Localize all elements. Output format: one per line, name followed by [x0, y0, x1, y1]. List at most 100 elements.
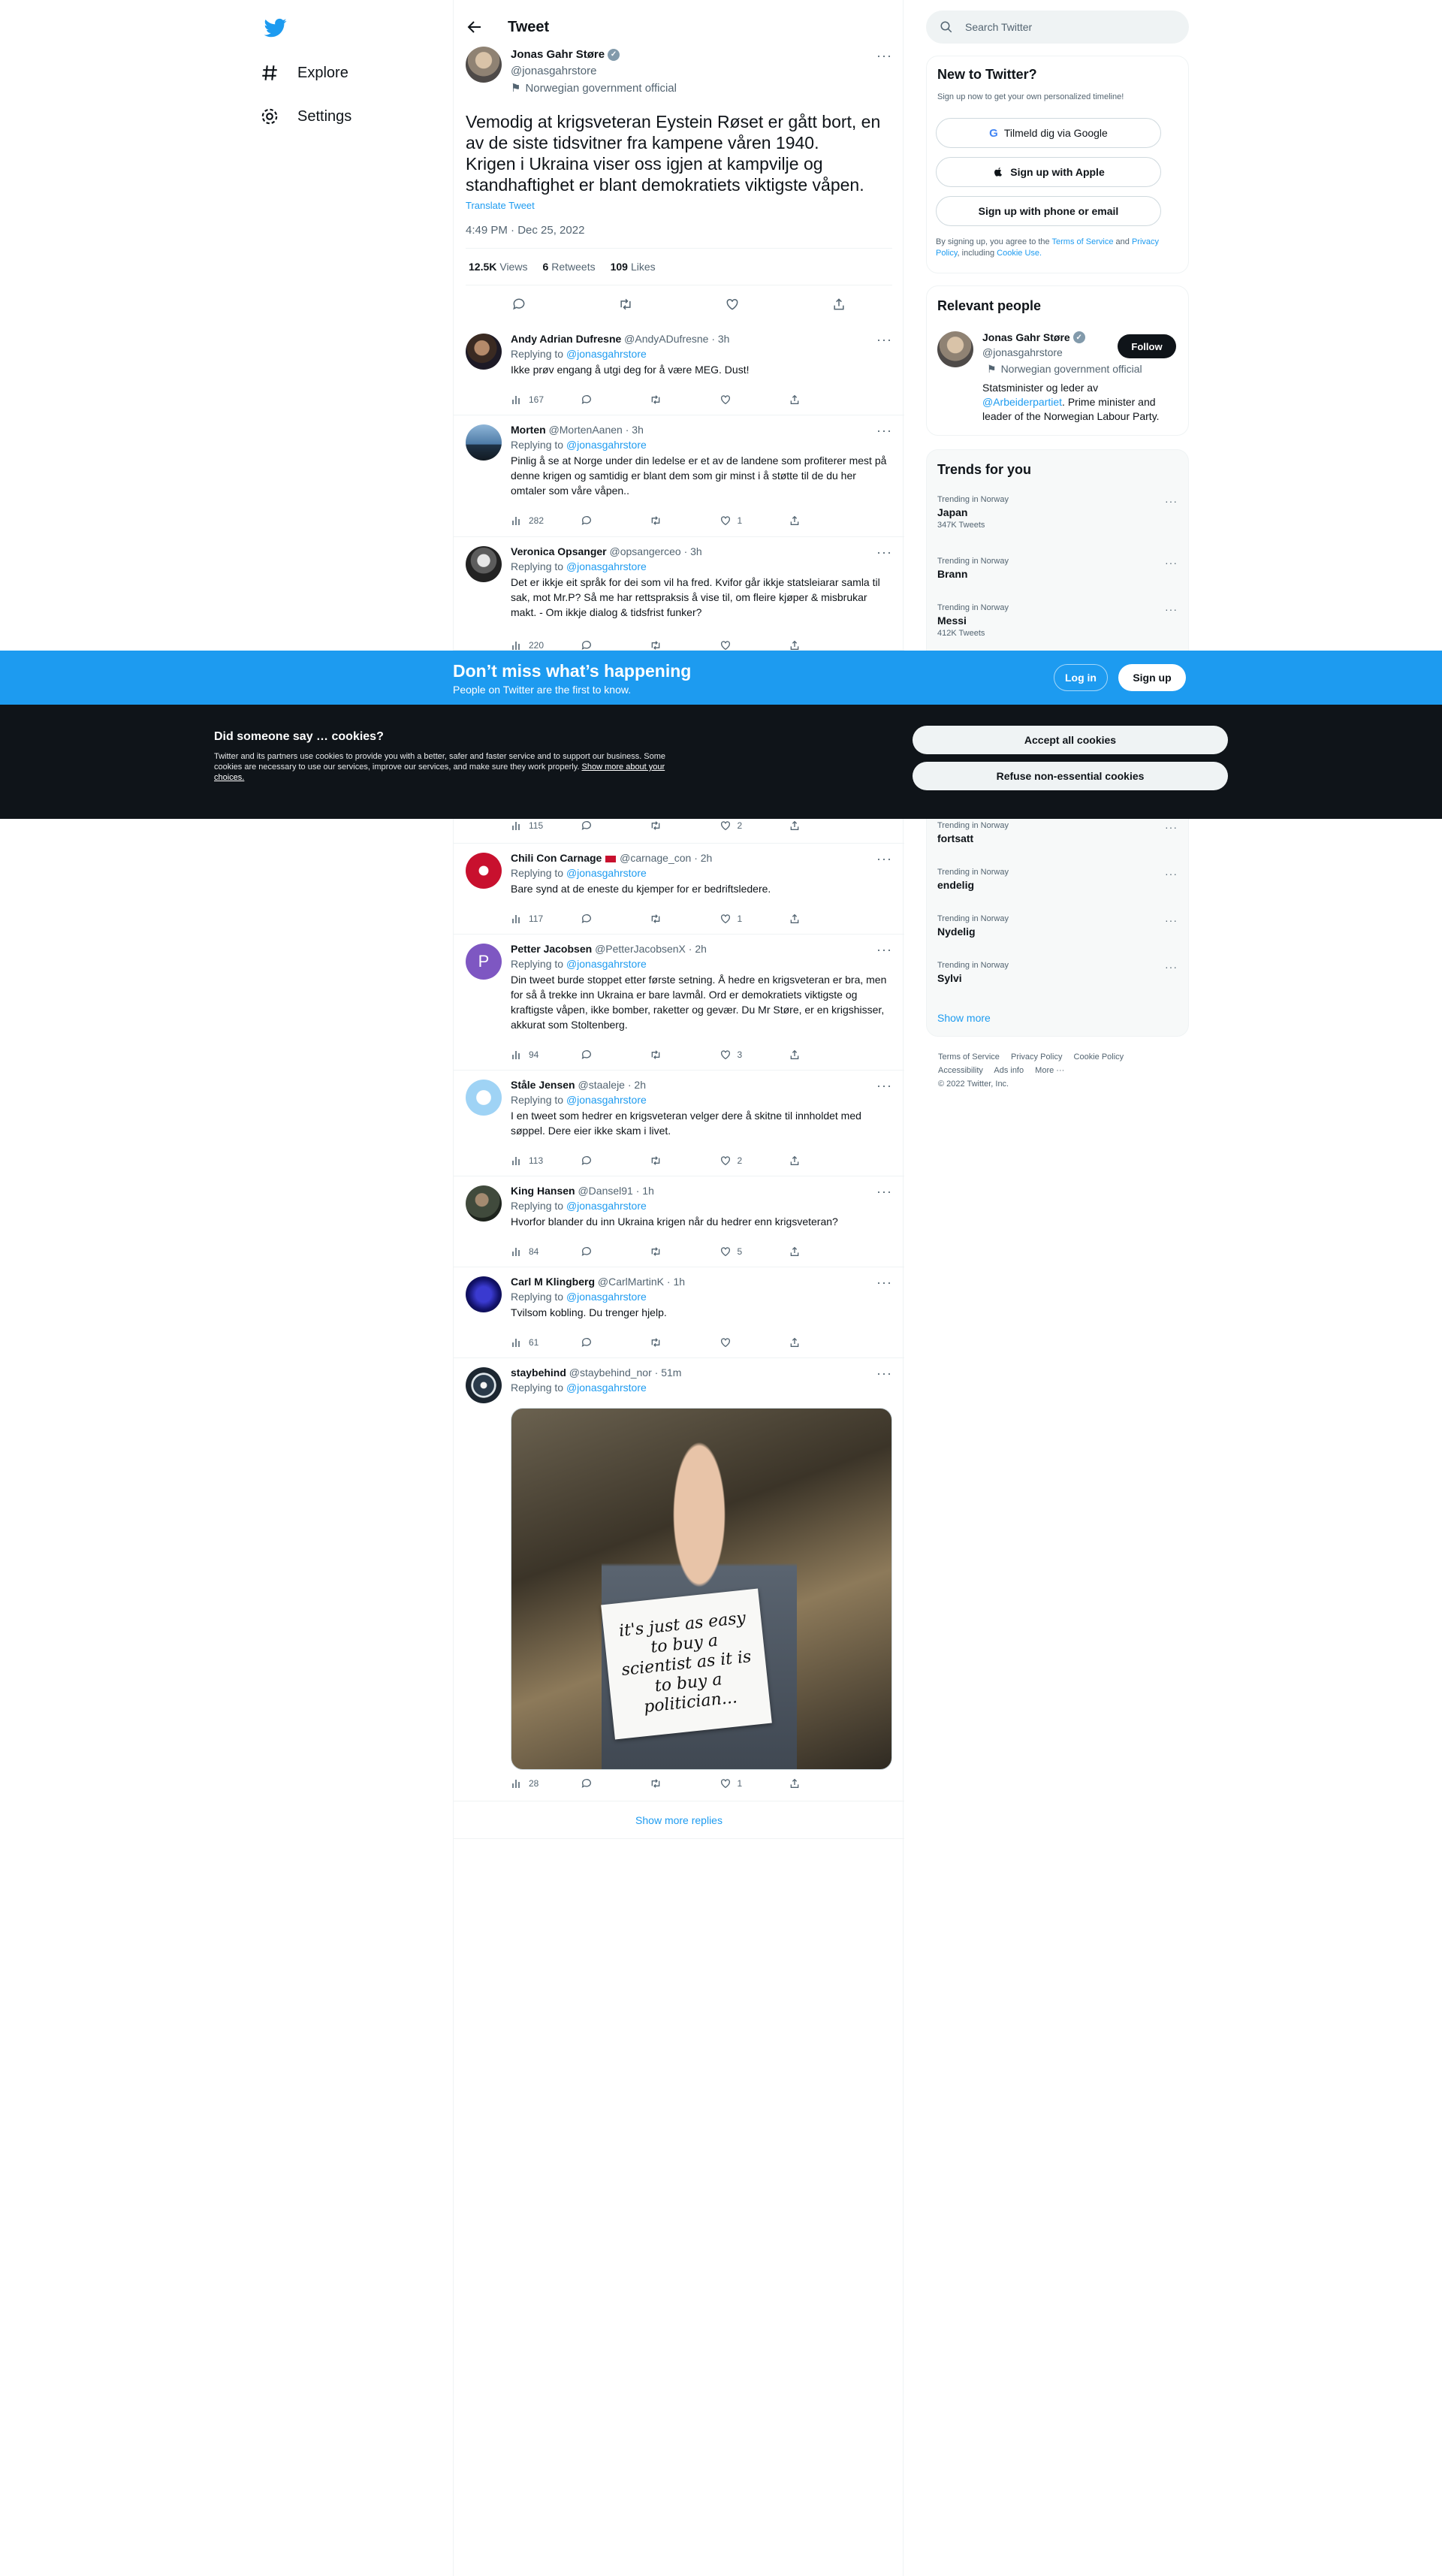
follow-button[interactable]: Follow	[1118, 334, 1176, 358]
more-options-icon[interactable]: ···	[1165, 821, 1178, 833]
like-action[interactable]: 3	[719, 1049, 757, 1061]
more-options-icon[interactable]: ···	[876, 545, 892, 560]
apple-signup-button[interactable]: Sign up with Apple	[936, 157, 1161, 187]
like-action[interactable]: 2	[719, 1155, 757, 1167]
author-name[interactable]: Veronica Opsanger	[511, 545, 607, 557]
reply-action[interactable]	[581, 1049, 618, 1061]
terms-of-service-link[interactable]: Terms of Service	[1052, 237, 1114, 246]
retweet-action[interactable]	[650, 394, 687, 406]
reply-action[interactable]	[581, 1155, 618, 1167]
likes-stat[interactable]: 109 Likes	[611, 261, 656, 273]
views-action[interactable]: 94	[511, 1049, 548, 1061]
avatar[interactable]	[466, 334, 502, 370]
reply-tweet[interactable]: P Petter Jacobsen @PetterJacobsenX · 2h …	[454, 935, 904, 1071]
retweet-action[interactable]	[650, 1155, 687, 1167]
trends-show-more-link[interactable]: Show more	[937, 1012, 991, 1024]
share-action[interactable]	[789, 394, 826, 406]
footer-link[interactable]: Cookie Policy	[1074, 1052, 1124, 1062]
search-input[interactable]: Search Twitter	[926, 11, 1189, 44]
avatar[interactable]	[466, 1185, 502, 1222]
trend-item[interactable]: Trending in Norway endelig ···	[937, 868, 1178, 891]
more-options-icon[interactable]: ···	[876, 1275, 892, 1291]
replying-to-link[interactable]: @jonasgahrstore	[566, 1291, 647, 1303]
footer-link[interactable]: Privacy Policy	[1011, 1052, 1062, 1062]
like-action[interactable]: 5	[719, 1246, 757, 1258]
views-action[interactable]: 282	[511, 515, 548, 527]
like-action[interactable]: 2	[719, 820, 757, 832]
author-handle[interactable]: @jonasgahrstore	[511, 65, 596, 77]
share-action[interactable]	[789, 1155, 826, 1167]
more-options-icon[interactable]: ···	[1165, 868, 1178, 880]
author-handle[interactable]: @AndyADufresne	[624, 333, 708, 345]
author-name[interactable]: staybehind	[511, 1367, 566, 1379]
avatar[interactable]	[466, 1080, 502, 1116]
more-options-icon[interactable]: ···	[876, 1184, 892, 1200]
replying-to-link[interactable]: @jonasgahrstore	[566, 958, 647, 970]
like-action[interactable]	[719, 394, 757, 406]
author-handle[interactable]: @staybehind_nor	[569, 1367, 652, 1379]
signup-button[interactable]: Sign up	[1118, 664, 1186, 691]
trend-item[interactable]: Trending in Norway Japan 347K Tweets ···	[937, 495, 1178, 530]
author-handle[interactable]: @MortenAanen	[549, 424, 623, 436]
replying-to-link[interactable]: @jonasgahrstore	[566, 560, 647, 572]
author-name[interactable]: Petter Jacobsen	[511, 943, 592, 955]
footer-link[interactable]: Terms of Service	[938, 1052, 1000, 1062]
translate-tweet-link[interactable]: Translate Tweet	[466, 200, 535, 211]
more-options-icon[interactable]: ···	[876, 332, 892, 348]
replying-to-link[interactable]: @jonasgahrstore	[566, 439, 647, 451]
share-action[interactable]	[789, 515, 826, 527]
views-action[interactable]: 167	[511, 394, 548, 406]
author-handle[interactable]: @carnage_con	[620, 852, 691, 864]
views-action[interactable]: 28	[511, 1777, 548, 1789]
phone-email-signup-button[interactable]: Sign up with phone or email	[936, 196, 1161, 226]
share-action[interactable]	[789, 913, 826, 925]
views-action[interactable]: 61	[511, 1336, 548, 1348]
reply-action[interactable]	[581, 1246, 618, 1258]
avatar[interactable]	[937, 331, 973, 367]
reply-action[interactable]	[581, 820, 618, 832]
reply-action[interactable]	[581, 1777, 618, 1789]
tweet-timestamp[interactable]: 4:49 PM · Dec 25, 2022	[466, 224, 584, 237]
reply-action[interactable]	[581, 1336, 618, 1348]
footer-link[interactable]: More ···	[1035, 1066, 1064, 1075]
refuse-cookies-button[interactable]: Refuse non-essential cookies	[913, 762, 1228, 790]
replying-to-link[interactable]: @jonasgahrstore	[566, 1200, 647, 1212]
author-name[interactable]: Carl M Klingberg	[511, 1276, 595, 1288]
retweet-icon[interactable]	[618, 297, 633, 312]
author-handle[interactable]: @PetterJacobsenX	[595, 943, 686, 955]
author-handle[interactable]: @opsangerceo	[610, 545, 681, 557]
person-handle[interactable]: @jonasgahrstore	[982, 346, 1063, 358]
more-options-icon[interactable]: ···	[876, 48, 892, 64]
reply-tweet[interactable]: 115 2	[454, 819, 904, 844]
more-options-icon[interactable]: ···	[876, 423, 892, 439]
views-action[interactable]: 113	[511, 1155, 548, 1167]
tweet-media-image[interactable]: it's just as easy to buy a scientist as …	[511, 1408, 892, 1770]
replying-to-link[interactable]: @jonasgahrstore	[566, 1094, 647, 1106]
author-name[interactable]: Chili Con Carnage	[511, 852, 602, 864]
accept-cookies-button[interactable]: Accept all cookies	[913, 726, 1228, 754]
views-action[interactable]: 84	[511, 1246, 548, 1258]
cookie-use-link[interactable]: Cookie Use.	[997, 249, 1042, 258]
more-options-icon[interactable]: ···	[1165, 914, 1178, 926]
avatar[interactable]	[466, 546, 502, 582]
like-action[interactable]: 1	[719, 515, 757, 527]
show-more-replies-button[interactable]: Show more replies	[454, 1801, 904, 1839]
more-options-icon[interactable]: ···	[876, 851, 892, 867]
share-action[interactable]	[789, 1336, 826, 1348]
like-action[interactable]	[719, 639, 757, 651]
trend-item[interactable]: Trending in Norway Sylvi ···	[937, 961, 1178, 984]
retweets-stat[interactable]: 6 Retweets	[542, 261, 595, 273]
back-arrow-icon[interactable]	[466, 18, 484, 36]
author-name[interactable]: Jonas Gahr Støre ✓	[511, 48, 620, 61]
nav-explore[interactable]: Explore	[260, 58, 348, 88]
views-action[interactable]: 115	[511, 820, 548, 832]
avatar[interactable]	[466, 1276, 502, 1312]
more-options-icon[interactable]: ···	[876, 942, 892, 958]
share-action[interactable]	[789, 820, 826, 832]
avatar[interactable]: P	[466, 944, 502, 980]
share-icon[interactable]	[831, 297, 846, 312]
author-name[interactable]: Andy Adrian Dufresne	[511, 333, 621, 345]
views-action[interactable]: 220	[511, 639, 548, 651]
author-name[interactable]: King Hansen	[511, 1185, 575, 1197]
retweet-action[interactable]	[650, 1336, 687, 1348]
